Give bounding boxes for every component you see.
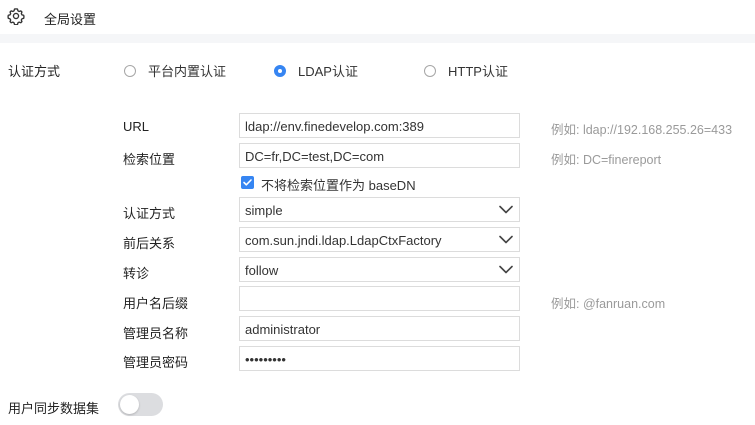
radio-circle[interactable] [124,64,136,77]
admin-name-value: administrator [245,322,321,337]
search-position-label: 检索位置 [123,152,176,167]
referral-select[interactable]: follow [239,257,520,282]
search-position-hint: 例如: DC=finereport [551,153,662,167]
context-factory-label: 前后关系 [123,236,176,251]
toggle-knob[interactable] [120,395,139,414]
select-value: simple [245,203,283,218]
ldap-auth-method-label: 认证方式 [123,206,176,221]
chevron-down-icon[interactable] [499,205,513,214]
radio-label: HTTP认证 [448,64,508,79]
url-value: ldap://env.finedevelop.com:389 [245,119,424,134]
select-value: com.sun.jndi.ldap.LdapCtxFactory [245,233,442,248]
user-sync-dataset-label: 用户同步数据集 [8,401,100,416]
username-suffix-label: 用户名后缀 [123,296,189,311]
user-sync-toggle[interactable] [118,393,163,416]
page-title: 全局设置 [44,12,97,27]
radio-circle[interactable] [424,64,436,77]
radio-http-auth[interactable]: HTTP认证 [424,61,508,80]
radio-label: 平台内置认证 [148,64,227,79]
select-value: follow [245,263,279,278]
username-suffix-input[interactable] [239,286,520,311]
radio-platform-auth[interactable]: 平台内置认证 [124,61,226,80]
ldap-auth-method-select[interactable]: simple [239,197,520,222]
page-header: 全局设置 [0,0,755,34]
check-icon [243,179,252,186]
chevron-down-icon[interactable] [499,235,513,244]
admin-password-value: ••••••••• [245,352,286,367]
admin-name-label: 管理员名称 [123,326,189,341]
header-divider [0,34,755,43]
url-input[interactable]: ldap://env.finedevelop.com:389 [239,113,520,138]
referral-label: 转诊 [123,266,150,281]
no-basedn-checkbox[interactable] [241,176,254,189]
gear-icon[interactable] [7,7,25,25]
radio-circle-checked[interactable] [274,64,286,77]
auth-method-label: 认证方式 [8,64,61,79]
url-label: URL [123,119,150,134]
admin-name-input[interactable]: administrator [239,316,520,341]
search-position-value: DC=fr,DC=test,DC=com [245,149,385,164]
context-factory-select[interactable]: com.sun.jndi.ldap.LdapCtxFactory [239,227,520,252]
chevron-down-icon[interactable] [499,265,513,274]
username-suffix-hint: 例如: @fanruan.com [551,297,666,311]
search-position-input[interactable]: DC=fr,DC=test,DC=com [239,143,520,168]
url-hint: 例如: ldap://192.168.255.26=433 [551,123,733,137]
admin-password-input[interactable]: ••••••••• [239,346,520,371]
admin-password-label: 管理员密码 [123,355,189,370]
radio-ldap-auth[interactable]: LDAP认证 [274,61,358,80]
radio-label: LDAP认证 [298,64,358,79]
no-basedn-label: 不将检索位置作为 baseDN [261,178,416,193]
